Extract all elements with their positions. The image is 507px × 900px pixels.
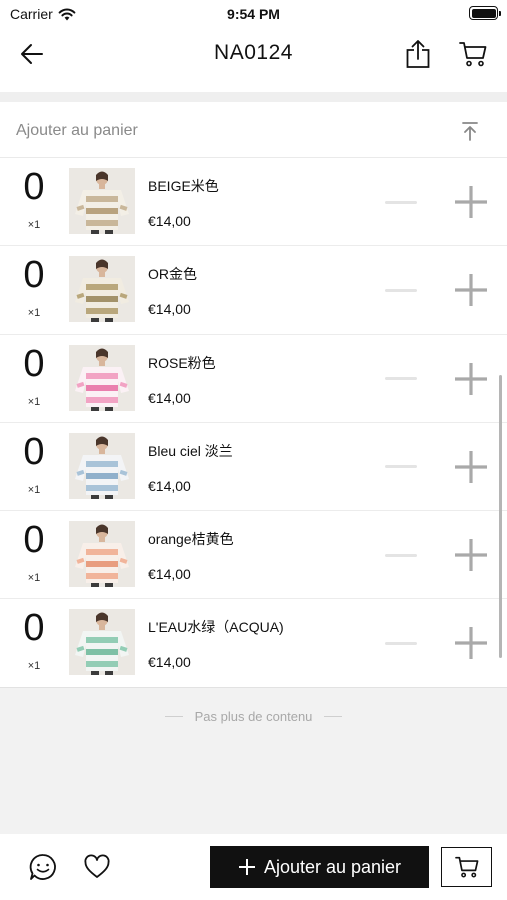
divider-line [324,716,343,717]
pack-multiplier: ×1 [27,307,41,320]
product-thumbnail[interactable] [69,521,135,588]
product-thumbnail[interactable] [69,432,135,499]
end-of-list-note: Pas plus de contenu [0,709,507,724]
nav-bar: NA0124 [0,28,507,78]
variant-name: orange桔黄色 [148,531,234,548]
variant-price: €14,00 [148,477,191,494]
quantity-value: 0 [23,430,45,473]
decrease-quantity-button[interactable] [381,278,421,302]
variant-name: ROSE粉色 [148,354,216,371]
variant-name: BEIGE米色 [148,178,219,194]
variant-name: Bleu ciel 淡兰 [148,442,233,459]
heart-icon [84,854,110,878]
minus-icon [385,377,417,381]
plus-icon [455,186,487,218]
section-divider [0,92,507,102]
battery-icon [469,6,501,20]
pack-multiplier: ×1 [27,572,41,585]
share-icon [406,40,430,68]
minus-icon [385,288,417,292]
decrease-quantity-button[interactable] [381,631,421,655]
quantity-value: 0 [23,166,45,208]
content-spacer [0,78,507,92]
increase-quantity-button[interactable] [449,271,493,309]
variant-price: €14,00 [148,213,191,229]
product-image [69,168,135,234]
variant-price: €14,00 [148,566,191,583]
status-bar: Carrier 9:54 PM [0,0,507,28]
pack-multiplier: ×1 [27,660,41,673]
plus-icon [455,450,487,483]
variant-price: €14,00 [148,389,191,406]
chat-button[interactable] [28,852,58,882]
product-thumbnail[interactable] [69,168,135,234]
pack-multiplier: ×1 [27,219,41,231]
increase-quantity-button[interactable] [449,448,493,486]
quantity-value: 0 [23,254,45,297]
variant-price: €14,00 [148,654,191,671]
decrease-quantity-button[interactable] [381,367,421,391]
collapse-top-icon [462,122,478,141]
scrollbar[interactable] [499,375,502,658]
variant-list: 0 ×1 BEIGE米色 €14,00 0 ×1 OR金色 €14,00 0 ×1 ROSE粉色 €1… [0,158,507,688]
clock: 9:54 PM [227,6,280,22]
share-button[interactable] [400,36,436,72]
bottom-action-bar: Ajouter au panier [0,834,507,900]
variant-row: 0 ×1 BEIGE米色 €14,00 [0,158,507,247]
divider-line [164,716,183,717]
end-note-text: Pas plus de contenu [194,709,313,724]
product-image [69,521,135,588]
minus-icon [385,200,417,204]
variant-price: €14,00 [148,301,191,318]
plus-icon [455,362,487,395]
view-cart-button[interactable] [441,847,492,887]
plus-icon [455,627,487,660]
favorite-button[interactable] [83,853,111,881]
variant-name: L'EAU水绿（ACQUA) [148,619,284,636]
variant-row: 0 ×1 OR金色 €14,00 [0,246,507,335]
cart-icon [459,42,487,67]
add-to-cart-button[interactable]: Ajouter au panier [210,846,429,888]
cart-button[interactable] [455,36,491,72]
minus-icon [385,465,417,469]
add-to-cart-label: Ajouter au panier [263,856,402,877]
minus-icon [385,553,417,557]
increase-quantity-button[interactable] [449,536,493,574]
decrease-quantity-button[interactable] [381,543,421,567]
chat-icon [29,854,56,880]
pack-multiplier: ×1 [27,483,41,496]
variant-name: OR金色 [148,266,197,283]
quantity-value: 0 [23,519,45,562]
section-title: Ajouter au panier [16,122,138,139]
product-thumbnail[interactable] [69,609,135,676]
product-thumbnail[interactable] [69,344,135,411]
plus-icon [455,274,487,307]
cart-icon [454,856,478,878]
decrease-quantity-button[interactable] [381,190,421,214]
product-thumbnail[interactable] [69,256,135,323]
minus-icon [385,641,417,645]
increase-quantity-button[interactable] [449,183,493,221]
product-image [69,432,135,499]
variant-row: 0 ×1 orange桔黄色 €14,00 [0,511,507,600]
quantity-value: 0 [23,607,45,650]
product-image [69,609,135,676]
variant-row: 0 ×1 Bleu ciel 淡兰 €14,00 [0,423,507,512]
quantity-value: 0 [23,342,45,385]
increase-quantity-button[interactable] [449,360,493,398]
product-image [69,256,135,323]
add-to-cart-header: Ajouter au panier [0,102,507,158]
variant-row: 0 ×1 L'EAU水绿（ACQUA) €14,00 [0,599,507,688]
plus-icon [238,859,255,875]
variant-row: 0 ×1 ROSE粉色 €14,00 [0,335,507,423]
collapse-button[interactable] [459,120,481,142]
increase-quantity-button[interactable] [449,624,493,662]
plus-icon [455,539,487,572]
decrease-quantity-button[interactable] [381,455,421,479]
pack-multiplier: ×1 [27,395,41,408]
product-image [69,344,135,411]
